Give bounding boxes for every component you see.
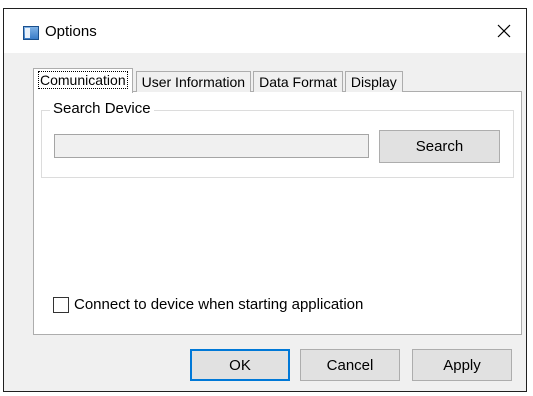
connect-on-start-option[interactable]: Connect to device when starting applicat… xyxy=(53,296,363,313)
options-dialog: Options Comunication User Information Da… xyxy=(3,8,527,392)
close-icon xyxy=(497,24,511,38)
tab-display[interactable]: Display xyxy=(344,71,403,92)
device-search-input[interactable] xyxy=(54,134,369,158)
search-button[interactable]: Search xyxy=(379,130,500,163)
tab-panel-comunication: Search Device Search Connect to device w… xyxy=(33,91,522,335)
group-title: Search Device xyxy=(50,100,154,117)
tab-user-information[interactable]: User Information xyxy=(135,71,252,92)
tab-strip: Comunication User Information Data Forma… xyxy=(33,67,405,93)
tab-label: Data Format xyxy=(259,74,337,90)
tab-comunication[interactable]: Comunication xyxy=(33,68,133,93)
tab-label: User Information xyxy=(141,74,246,90)
cancel-button[interactable]: Cancel xyxy=(300,349,400,381)
title-bar[interactable]: Options xyxy=(4,9,526,53)
tab-data-format[interactable]: Data Format xyxy=(253,71,343,92)
connect-on-start-checkbox[interactable] xyxy=(53,296,69,313)
search-device-group: Search Device Search xyxy=(41,100,514,178)
close-button[interactable] xyxy=(482,9,526,53)
tab-label: Comunication xyxy=(38,71,128,89)
window-title: Options xyxy=(45,23,97,40)
ok-button[interactable]: OK xyxy=(190,349,290,381)
tab-label: Display xyxy=(350,74,397,90)
app-window-icon xyxy=(23,26,39,40)
apply-button[interactable]: Apply xyxy=(412,349,512,381)
dialog-client-area: Comunication User Information Data Forma… xyxy=(4,53,526,391)
checkbox-label: Connect to device when starting applicat… xyxy=(74,296,364,313)
